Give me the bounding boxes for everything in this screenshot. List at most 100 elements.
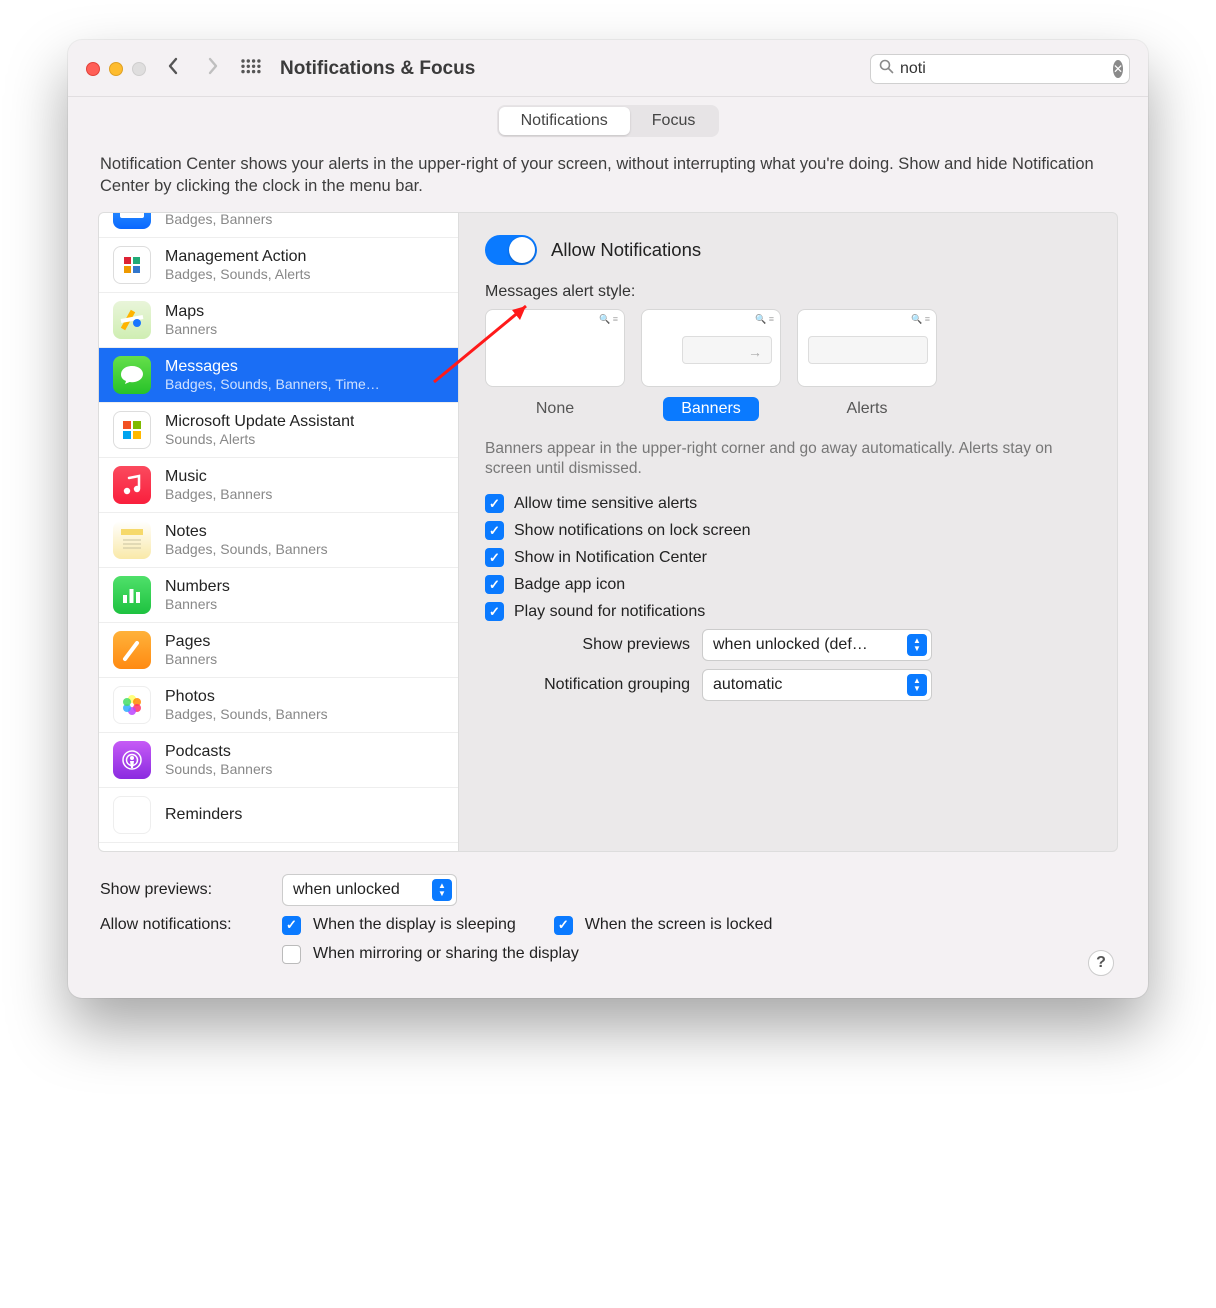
list-item[interactable]: Microsoft Update AssistantSounds, Alerts [99, 403, 458, 458]
zoom-button[interactable] [132, 62, 146, 76]
pages-icon [113, 631, 151, 669]
music-icon [113, 466, 151, 504]
checkbox-badge[interactable]: ✓ [485, 575, 504, 594]
checkbox-lock-screen-label: Show notifications on lock screen [514, 522, 751, 540]
list-item[interactable]: PhotosBadges, Sounds, Banners [99, 678, 458, 733]
tab-notifications[interactable]: Notifications [499, 107, 630, 135]
app-name: Photos [165, 688, 328, 706]
alert-style-label: Messages alert style: [485, 283, 1091, 301]
content: Notifications Focus Notification Center … [68, 97, 1148, 998]
app-sub: Banners [165, 651, 217, 667]
app-sub: Sounds, Alerts [165, 431, 354, 447]
app-name: Numbers [165, 578, 230, 596]
checkbox-time-sensitive[interactable]: ✓ [485, 494, 504, 513]
app-sub: Badges, Sounds, Banners, Time… [165, 376, 380, 392]
alert-style-banners-label: Banners [663, 397, 759, 421]
list-item[interactable]: Reminders [99, 788, 458, 843]
allow-notifications-toggle[interactable] [485, 235, 537, 265]
list-item[interactable]: MailBadges, Banners [99, 213, 458, 238]
app-name: Podcasts [165, 743, 272, 761]
list-item[interactable]: PagesBanners [99, 623, 458, 678]
show-previews-label: Show previews [485, 636, 690, 654]
maps-icon [113, 301, 151, 339]
app-name: Microsoft Update Assistant [165, 413, 354, 431]
clear-search-button[interactable]: ✕ [1113, 60, 1123, 78]
list-item[interactable]: PodcastsSounds, Banners [99, 733, 458, 788]
alert-style-cards: 🔍 ≡ None 🔍 ≡→ Banners 🔍 ≡ Alerts [485, 309, 1091, 421]
tab-focus[interactable]: Focus [630, 107, 718, 135]
list-item[interactable]: MusicBadges, Banners [99, 458, 458, 513]
allow-notifications-label: Allow Notifications [551, 239, 701, 261]
list-item[interactable]: NumbersBanners [99, 568, 458, 623]
reminders-icon [113, 796, 151, 834]
select-arrows-icon: ▲▼ [907, 634, 927, 656]
tabbar: Notifications Focus [98, 97, 1118, 137]
checkbox-display-sleeping[interactable]: ✓ [282, 916, 301, 935]
checkbox-sound[interactable]: ✓ [485, 602, 504, 621]
checkbox-screen-locked-label: When the screen is locked [585, 916, 773, 934]
list-item[interactable]: Management ActionBadges, Sounds, Alerts [99, 238, 458, 293]
list-item[interactable]: MapsBanners [99, 293, 458, 348]
app-name: Music [165, 468, 272, 486]
checkbox-mirroring[interactable]: ✓ [282, 945, 301, 964]
search-box[interactable]: ✕ [870, 54, 1130, 84]
global-show-previews-select[interactable]: when unlocked ▲▼ [282, 874, 457, 906]
app-name: Maps [165, 303, 217, 321]
description-text: Notification Center shows your alerts in… [100, 153, 1116, 198]
app-name: Messages [165, 358, 380, 376]
select-arrows-icon: ▲▼ [907, 674, 927, 696]
global-allow-notifications-label: Allow notifications: [100, 916, 270, 934]
alert-style-none[interactable]: 🔍 ≡ [485, 309, 625, 387]
global-settings: Show previews: when unlocked ▲▼ Allow no… [98, 852, 1118, 964]
app-name: Notes [165, 523, 328, 541]
minimize-button[interactable] [109, 62, 123, 76]
back-button[interactable] [160, 56, 186, 82]
global-show-previews-value: when unlocked [293, 881, 400, 899]
checkbox-notification-center[interactable]: ✓ [485, 548, 504, 567]
app-sub: Sounds, Banners [165, 761, 272, 777]
main-panel: MailBadges, Banners Management ActionBad… [98, 212, 1118, 852]
search-icon [879, 59, 894, 79]
checkbox-mirroring-label: When mirroring or sharing the display [313, 945, 579, 963]
management-icon [113, 246, 151, 284]
notes-icon [113, 521, 151, 559]
checkbox-notification-center-label: Show in Notification Center [514, 549, 707, 567]
search-input[interactable] [900, 60, 1107, 78]
checkbox-screen-locked[interactable]: ✓ [554, 916, 573, 935]
app-name: Reminders [165, 806, 242, 824]
microsoft-icon [113, 411, 151, 449]
close-button[interactable] [86, 62, 100, 76]
alert-style-banners[interactable]: 🔍 ≡→ [641, 309, 781, 387]
messages-icon [113, 356, 151, 394]
app-sub: Badges, Banners [165, 213, 272, 227]
alert-style-hint: Banners appear in the upper-right corner… [485, 439, 1091, 481]
app-sub: Badges, Sounds, Banners [165, 706, 328, 722]
help-button[interactable]: ? [1088, 950, 1114, 976]
window-controls [86, 62, 146, 76]
podcasts-icon [113, 741, 151, 779]
list-item[interactable]: NotesBadges, Sounds, Banners [99, 513, 458, 568]
notification-grouping-select[interactable]: automatic ▲▼ [702, 669, 932, 701]
numbers-icon [113, 576, 151, 614]
app-list[interactable]: MailBadges, Banners Management ActionBad… [99, 213, 459, 851]
app-sub: Banners [165, 321, 217, 337]
notification-grouping-label: Notification grouping [485, 676, 690, 694]
show-all-icon[interactable] [240, 58, 262, 80]
titlebar: Notifications & Focus ✕ [68, 40, 1148, 97]
alert-style-alerts[interactable]: 🔍 ≡ [797, 309, 937, 387]
alert-style-none-label: None [518, 397, 592, 421]
app-sub: Banners [165, 596, 230, 612]
checkbox-lock-screen[interactable]: ✓ [485, 521, 504, 540]
checkbox-display-sleeping-label: When the display is sleeping [313, 916, 516, 934]
window-title: Notifications & Focus [280, 58, 475, 80]
app-sub: Badges, Sounds, Alerts [165, 266, 311, 282]
app-sub: Badges, Sounds, Banners [165, 541, 328, 557]
segmented-control: Notifications Focus [497, 105, 720, 137]
global-show-previews-label: Show previews: [100, 881, 270, 899]
app-name: Pages [165, 633, 217, 651]
list-item-selected[interactable]: MessagesBadges, Sounds, Banners, Time… [99, 348, 458, 403]
alert-style-alerts-label: Alerts [829, 397, 906, 421]
show-previews-select[interactable]: when unlocked (def… ▲▼ [702, 629, 932, 661]
forward-button[interactable] [200, 56, 226, 82]
checkbox-badge-label: Badge app icon [514, 576, 625, 594]
